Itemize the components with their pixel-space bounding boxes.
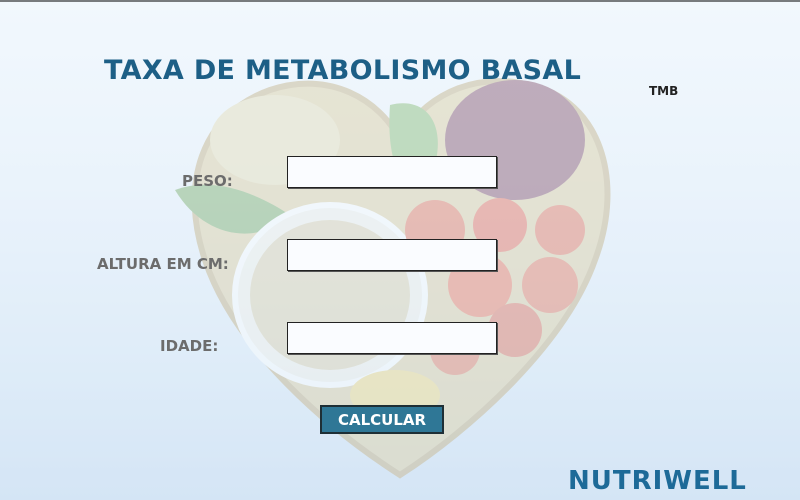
idade-label: IDADE:	[160, 337, 219, 355]
altura-input[interactable]	[287, 239, 497, 271]
page-subtitle: TMB	[649, 84, 679, 98]
peso-input[interactable]	[287, 156, 497, 188]
idade-input[interactable]	[287, 322, 497, 354]
calcular-button[interactable]: CALCULAR	[320, 405, 444, 434]
altura-label: ALTURA EM CM:	[97, 255, 229, 273]
brand-logo: NUTRIWELL	[568, 466, 747, 496]
page-title: TAXA DE METABOLISMO BASAL	[104, 55, 582, 86]
peso-label: PESO:	[182, 172, 233, 190]
app-screen: TAXA DE METABOLISMO BASAL TMB PESO: ALTU…	[0, 0, 800, 500]
